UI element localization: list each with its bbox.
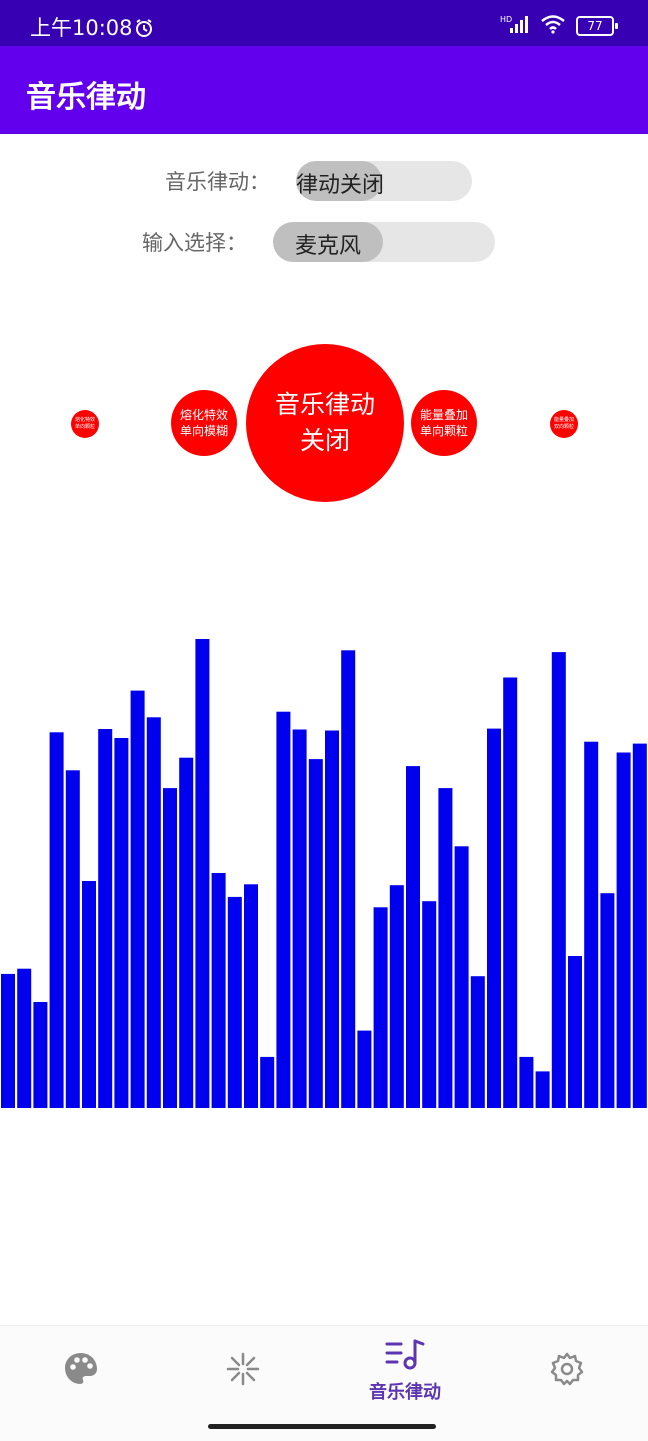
center-line1: 音乐律动 [274, 390, 375, 419]
nav-item-settings[interactable] [486, 1326, 648, 1416]
spectrum-bar [519, 1056, 534, 1108]
app-bar: 音乐律动 [0, 46, 648, 134]
sparkle-icon [223, 1349, 263, 1393]
spectrum-bar [195, 639, 210, 1108]
input-row: 输入选择： 麦克风 [142, 222, 495, 262]
right-line2: 单向颗粒 [419, 424, 468, 438]
spectrum-bar [114, 738, 129, 1108]
status-bar: 上午10:08 HD 77 [0, 0, 648, 46]
wifi-icon [540, 14, 566, 38]
gear-icon [549, 1351, 585, 1391]
music-rhythm-icon [385, 1338, 425, 1376]
spectrum-bar [325, 730, 339, 1108]
far-left-line2: 单向颗粒 [74, 424, 95, 430]
spectrum-bar [470, 976, 485, 1108]
spectrum-bar [616, 752, 631, 1108]
rhythm-switch[interactable]: 律动关闭 [296, 161, 472, 201]
nav-label-music-rhythm: 音乐律动 [369, 1382, 441, 1403]
effect-ball-center[interactable]: 音乐律动 关闭 [246, 344, 404, 502]
spectrum-bar [227, 896, 242, 1108]
far-left-line1: 熔化特效 [74, 417, 95, 423]
spectrum-visualizer [1, 639, 647, 1108]
far-right-line1: 能量叠加 [553, 417, 574, 423]
spectrum-bar [163, 788, 177, 1108]
spectrum-bar [487, 728, 501, 1108]
spectrum-bar [211, 873, 226, 1108]
spectrum-bar [406, 766, 420, 1108]
spectrum-bar [146, 717, 161, 1108]
right-line1: 能量叠加 [419, 408, 468, 422]
home-indicator [208, 1424, 436, 1429]
nav-item-palette[interactable] [0, 1326, 162, 1416]
spectrum-bar [260, 1056, 275, 1108]
spectrum-bar [389, 885, 404, 1108]
spectrum-bar [632, 743, 647, 1108]
far-right-line2: 双向颗粒 [553, 424, 574, 430]
spectrum-bar [600, 893, 615, 1108]
effect-ball-far-left[interactable]: 熔化特效 单向颗粒 [71, 410, 99, 438]
center-line2: 关闭 [299, 426, 350, 455]
left-line2: 单向模糊 [179, 424, 228, 438]
spectrum-bar [65, 770, 80, 1108]
spectrum-bar [584, 741, 599, 1108]
network-type: HD [500, 15, 512, 24]
spectrum-bar [357, 1030, 372, 1108]
input-switch-value: 麦克风 [295, 234, 362, 259]
input-label: 输入选择： [142, 231, 247, 255]
spectrum-bar [568, 956, 582, 1108]
palette-icon [63, 1351, 99, 1391]
spectrum-bar [292, 729, 307, 1108]
spectrum-bar [98, 729, 113, 1108]
rhythm-label: 音乐律动： [165, 170, 270, 194]
spectrum-bar [422, 901, 437, 1108]
spectrum-bar [438, 788, 453, 1108]
signal-icon: HD [500, 14, 530, 38]
spectrum-bar [454, 846, 469, 1108]
rhythm-switch-value: 律动关闭 [296, 173, 385, 198]
spectrum-bar [49, 732, 64, 1108]
spectrum-bar [82, 881, 96, 1108]
spectrum-bar [244, 884, 258, 1108]
spectrum-bar [551, 652, 566, 1108]
spectrum-bar [130, 690, 145, 1108]
nav-item-effects[interactable] [162, 1326, 324, 1416]
nav-item-music-rhythm[interactable]: 音乐律动 [324, 1326, 486, 1416]
rhythm-row: 音乐律动： 律动关闭 [165, 161, 472, 201]
effect-ball-left[interactable]: 熔化特效 单向模糊 [171, 390, 237, 456]
spectrum-bar [341, 650, 356, 1108]
spectrum-bar [33, 1002, 48, 1108]
spectrum-bar [179, 757, 194, 1108]
page-title: 音乐律动 [26, 80, 146, 115]
spectrum-bar [1, 973, 15, 1108]
spectrum-bar [276, 711, 291, 1108]
spectrum-bar [503, 677, 518, 1108]
status-icons: HD 77 [500, 14, 618, 38]
status-time: 上午10:08 [30, 16, 133, 40]
effect-ball-far-right[interactable]: 能量叠加 双向颗粒 [550, 410, 578, 438]
spectrum-bar [308, 759, 323, 1108]
battery-indicator: 77 [576, 16, 618, 36]
left-line1: 熔化特效 [179, 408, 228, 422]
effect-ball-right[interactable]: 能量叠加 单向颗粒 [411, 390, 477, 456]
spectrum-bar [17, 968, 32, 1108]
alarm-icon [134, 18, 154, 42]
input-switch[interactable]: 麦克风 [273, 222, 495, 262]
spectrum-bar [535, 1071, 550, 1108]
spectrum-bar [373, 907, 388, 1108]
